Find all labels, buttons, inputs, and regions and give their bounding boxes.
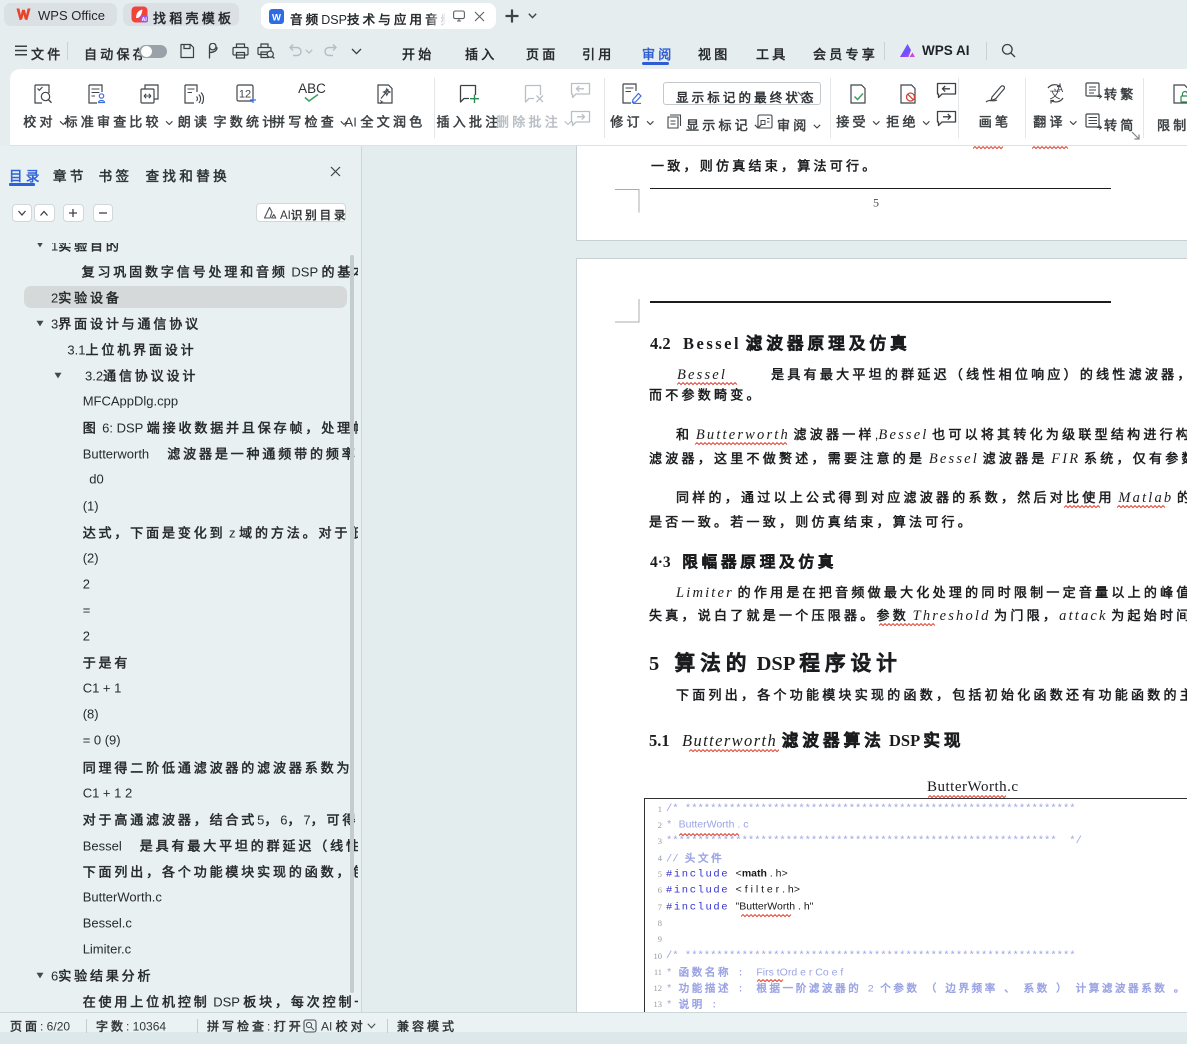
svg-text:W: W [272,12,281,23]
svg-text:12: 12 [239,89,251,101]
svg-text:AI: AI [142,17,148,23]
svg-text:ABC: ABC [298,81,326,96]
